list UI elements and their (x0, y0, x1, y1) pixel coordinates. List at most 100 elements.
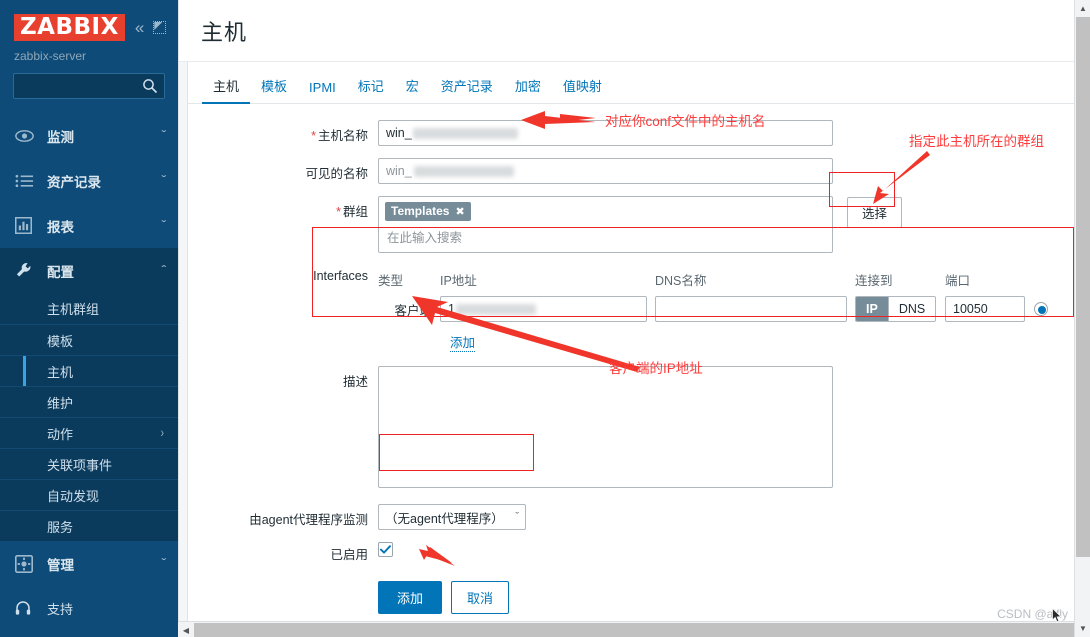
close-icon[interactable]: ✖ (455, 205, 464, 218)
visible-name-label: 可见的名称 (305, 167, 368, 181)
proxy-select[interactable]: （无agent代理程序） ˇ (378, 504, 526, 530)
sidebar-item-reports[interactable]: 报表 ˇ (0, 203, 178, 248)
sidebar-item-discovery[interactable]: 自动发现 (0, 479, 178, 510)
chevron-up-icon: ˆ (161, 264, 166, 276)
chevron-down-icon: ˇ (161, 557, 166, 569)
sidebar-item-share[interactable]: Z Share (0, 628, 178, 637)
sidebar-item-inventory[interactable]: 资产记录 ˇ (0, 158, 178, 203)
enabled-checkbox[interactable] (378, 542, 393, 557)
sidebar-item-monitoring[interactable]: 监测 ˇ (0, 113, 178, 158)
form-row-description: 描述 (188, 366, 1079, 488)
groups-multiselect[interactable]: Templates ✖ 在此输入搜索 (378, 196, 833, 253)
hide-sidebar-icon[interactable] (153, 21, 167, 34)
tab-bar: 主机 模板 IPMI 标记 宏 资产记录 加密 值映射 (188, 62, 1079, 104)
chevron-down-icon: ˇ (161, 219, 166, 231)
list-icon (15, 174, 39, 188)
interface-port-field[interactable] (945, 296, 1025, 322)
interface-ip-field[interactable]: 1 (440, 296, 647, 322)
scroll-down-arrow-icon[interactable]: ▼ (1075, 620, 1090, 637)
sidebar-item-label: 主机 (47, 364, 74, 380)
submit-add-button[interactable]: 添加 (378, 581, 443, 614)
search-input[interactable] (14, 74, 164, 99)
enabled-label: 已启用 (330, 548, 368, 562)
sidebar-item-templates[interactable]: 模板 (0, 324, 178, 355)
form-row-monitored-by-proxy: 由agent代理程序监测 （无agent代理程序） ˇ (188, 504, 1079, 530)
group-chip-templates[interactable]: Templates ✖ (385, 202, 471, 221)
monitored-by-proxy-label: 由agent代理程序监测 (249, 513, 368, 527)
select-group-button[interactable]: 选择 (847, 197, 903, 228)
connect-to-dns-option[interactable]: DNS (887, 297, 936, 321)
sidebar-header: ZABBIX « (0, 0, 178, 42)
horizontal-scroll-thumb[interactable] (194, 623, 1074, 637)
server-name-label: zabbix-server (14, 49, 87, 64)
cancel-button[interactable]: 取消 (451, 581, 510, 614)
interface-dns-field[interactable] (655, 296, 847, 322)
sidebar-item-label: 关联项事件 (47, 457, 113, 473)
tab-encryption[interactable]: 加密 (504, 72, 552, 104)
sidebar-item-services[interactable]: 服务 (0, 510, 178, 541)
connect-to-toggle[interactable]: IP DNS (855, 296, 937, 322)
sidebar-item-maintenance[interactable]: 维护 (0, 386, 178, 417)
sidebar-item-label: 配置 (47, 264, 74, 280)
groups-search-placeholder[interactable]: 在此输入搜索 (385, 221, 826, 246)
host-form-card: 主机 模板 IPMI 标记 宏 资产记录 加密 值映射 * 主机名称 win_ … (187, 62, 1090, 627)
sidebar-item-host-groups[interactable]: 主机群组 (0, 293, 178, 324)
col-header-default-spacer (1025, 270, 1053, 289)
tab-templates[interactable]: 模板 (250, 72, 298, 104)
form-row-groups: * 群组 Templates ✖ 在此输入搜索 选择 (188, 196, 1079, 253)
add-interface-link[interactable]: 添加 (450, 332, 476, 352)
chevron-down-icon: ˇ (161, 129, 166, 141)
form-row-visible-name: 可见的名称 win_ (188, 158, 1079, 184)
tab-value-mapping[interactable]: 值映射 (552, 72, 613, 104)
zabbix-host-config-screen: ZABBIX « zabbix-server 监测 ˇ 资产记录 ˇ 报表 ˇ … (0, 0, 1090, 637)
sidebar-item-label: 报表 (47, 219, 74, 235)
tab-ipmi[interactable]: IPMI (298, 76, 347, 104)
interface-dns-cell (655, 296, 855, 322)
col-header-connect-to: 连接到 (855, 274, 893, 288)
sidebar-item-label: 自动发现 (47, 488, 100, 504)
tab-inventory[interactable]: 资产记录 (430, 72, 504, 104)
chevron-down-icon: ˇ (515, 511, 519, 523)
tab-macros[interactable]: 宏 (395, 72, 430, 104)
sidebar-item-label: 管理 (47, 557, 74, 573)
col-header-ip: IP地址 (440, 274, 477, 288)
vertical-scrollbar[interactable]: ▲ ▼ (1074, 0, 1090, 637)
form-row-enabled: 已启用 (188, 542, 1079, 563)
col-header-dns: DNS名称 (655, 274, 707, 288)
form-row-host-name: * 主机名称 win_ (188, 120, 1079, 146)
check-icon (380, 545, 391, 554)
interface-port-cell (945, 296, 1025, 322)
interface-row: 客户端 1 IP DNS 10050 (378, 296, 1079, 322)
gear-icon (15, 554, 39, 573)
sidebar-item-support[interactable]: 支持 (0, 588, 178, 628)
scroll-left-arrow-icon[interactable]: ◀ (178, 622, 194, 637)
default-interface-radio[interactable] (1034, 302, 1048, 316)
horizontal-scrollbar[interactable]: ◀ (178, 621, 1074, 637)
scroll-up-arrow-icon[interactable]: ▲ (1075, 0, 1090, 17)
sidebar-footer-nav: 支持 Z Share (0, 588, 178, 637)
sidebar-item-configuration[interactable]: 配置 ˆ (0, 248, 178, 294)
visible-name-value: win_ (386, 164, 412, 178)
connect-to-ip-option[interactable]: IP (856, 297, 888, 321)
interfaces-table: 类型 IP地址 DNS名称 连接到 端口 客户端 1 IP DNS 10050 … (378, 265, 1090, 352)
tab-tags[interactable]: 标记 (347, 72, 395, 104)
vertical-scroll-thumb[interactable] (1076, 17, 1090, 557)
visible-name-field[interactable]: win_ (378, 158, 833, 184)
search-box[interactable] (13, 73, 165, 100)
required-marker: * (311, 129, 316, 143)
sidebar-item-administration[interactable]: 管理 ˇ (0, 541, 178, 586)
host-name-label: * 主机名称 (311, 129, 368, 143)
collapse-sidebar-icon[interactable]: « (135, 19, 144, 36)
form-row-actions: 添加 取消 (188, 581, 1079, 614)
tab-host[interactable]: 主机 (202, 72, 251, 104)
description-textarea[interactable] (378, 366, 833, 488)
sidebar-item-label: 资产记录 (47, 174, 101, 190)
groups-label: * 群组 (336, 205, 368, 219)
eye-icon (15, 129, 39, 143)
actions-spacer (188, 581, 378, 586)
sidebar-item-actions[interactable]: 动作 › (0, 417, 178, 448)
sidebar-item-label: 监测 (47, 129, 74, 145)
host-name-field[interactable]: win_ (378, 120, 833, 146)
sidebar-item-hosts[interactable]: 主机 (0, 355, 178, 387)
sidebar-item-correlation[interactable]: 关联项事件 (0, 448, 178, 479)
